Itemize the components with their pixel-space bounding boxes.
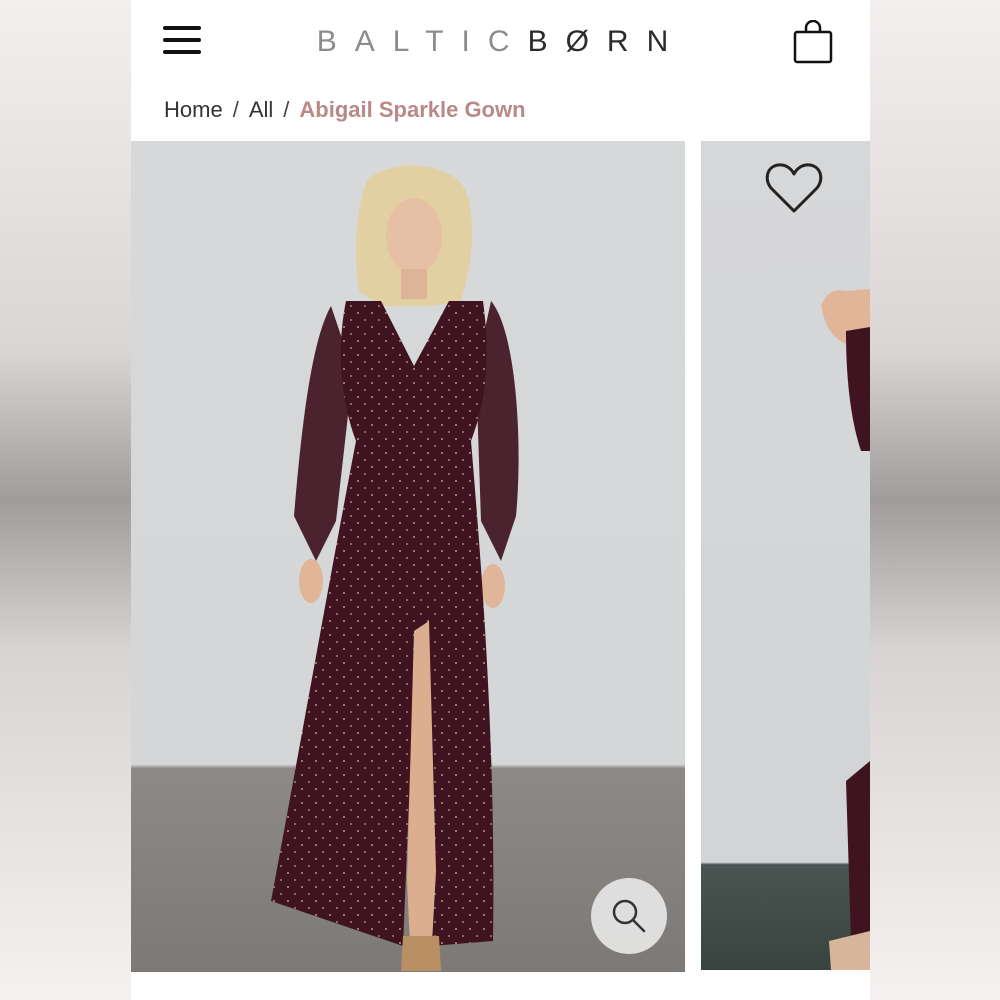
shopping-bag-icon[interactable] [793,19,833,64]
heart-outline-icon[interactable] [764,161,824,217]
breadcrumb-all-link[interactable]: All [249,97,273,122]
product-image-main[interactable] [131,141,685,972]
breadcrumb-current-product: Abigail Sparkle Gown [299,97,526,122]
breadcrumb-separator: / [283,97,290,122]
product-image-next[interactable] [701,141,870,970]
product-page: BALTICBØRN Home / All / Abigail Sparkle Gown [131,0,870,1000]
logo-text-light: BALTIC [316,25,528,58]
product-image-gallery[interactable] [131,141,870,972]
backdrop-left [0,0,131,1000]
breadcrumb: Home / All / Abigail Sparkle Gown [164,97,526,123]
logo-text-dark: BØRN [527,25,687,58]
site-header: BALTICBØRN [131,0,870,84]
model-in-gown-image [271,165,519,971]
hamburger-menu-icon[interactable] [163,26,203,56]
breadcrumb-home-link[interactable]: Home [164,97,223,122]
model-in-gown-image-partial [821,289,870,970]
magnifier-icon[interactable] [591,878,667,954]
breadcrumb-separator: / [232,97,239,122]
brand-logo[interactable]: BALTICBØRN [299,24,704,60]
backdrop-right [870,0,1000,1000]
